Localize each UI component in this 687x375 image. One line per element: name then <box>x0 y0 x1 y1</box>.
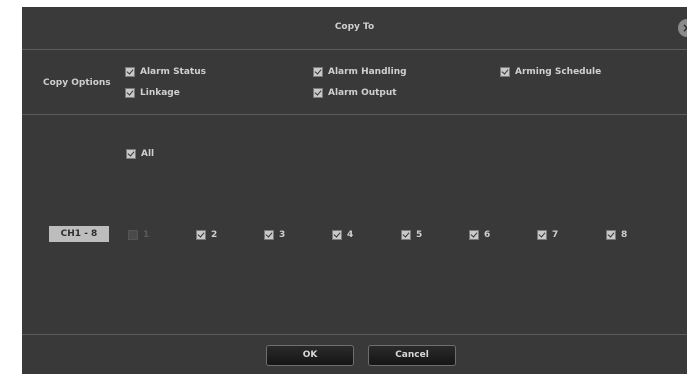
checkbox-icon <box>313 67 323 77</box>
checkbox-icon <box>401 230 411 240</box>
alarm-handling-label: Alarm Handling <box>328 67 407 77</box>
checkbox-icon <box>125 88 135 98</box>
channel-7-checkbox[interactable]: 7 <box>537 230 558 240</box>
checkbox-icon <box>126 149 136 159</box>
dialog-title: Copy To <box>334 22 375 32</box>
channel-label: 2 <box>211 230 218 240</box>
checkbox-icon <box>128 230 138 240</box>
channel-group-button[interactable]: CH1 - 8 <box>49 226 109 242</box>
channel-label: 8 <box>621 230 628 240</box>
alarm-status-checkbox[interactable]: Alarm Status <box>125 67 206 77</box>
checkbox-icon <box>264 230 274 240</box>
checkbox-icon <box>500 67 510 77</box>
channel-2-checkbox[interactable]: 2 <box>196 230 217 240</box>
alarm-handling-checkbox[interactable]: Alarm Handling <box>313 67 407 77</box>
alarm-output-checkbox[interactable]: Alarm Output <box>313 88 397 98</box>
channel-label: 4 <box>347 230 354 240</box>
channel-label: 3 <box>279 230 286 240</box>
checkbox-icon <box>196 230 206 240</box>
channel-4-checkbox[interactable]: 4 <box>332 230 353 240</box>
checkbox-icon <box>537 230 547 240</box>
arming-schedule-checkbox[interactable]: Arming Schedule <box>500 67 601 77</box>
channel-label: 1 <box>143 230 150 240</box>
channel-1-checkbox: 1 <box>128 230 149 240</box>
channel-label: 5 <box>416 230 423 240</box>
copy-options-label: Copy Options <box>43 78 111 88</box>
all-channels-label: All <box>141 149 155 159</box>
copy-options-section: Copy Options Alarm Status Alarm Handling… <box>22 50 687 115</box>
checkbox-icon <box>332 230 342 240</box>
channel-8-checkbox[interactable]: 8 <box>606 230 627 240</box>
channel-5-checkbox[interactable]: 5 <box>401 230 422 240</box>
checkbox-icon <box>125 67 135 77</box>
cancel-button[interactable]: Cancel <box>368 345 456 366</box>
channel-3-checkbox[interactable]: 3 <box>264 230 285 240</box>
close-icon[interactable]: × <box>678 19 687 37</box>
channel-label: 7 <box>552 230 559 240</box>
all-channels-checkbox[interactable]: All <box>126 149 154 159</box>
alarm-status-label: Alarm Status <box>140 67 206 77</box>
dialog-titlebar: Copy To × <box>22 7 687 50</box>
arming-schedule-label: Arming Schedule <box>515 67 602 77</box>
checkbox-icon <box>313 88 323 98</box>
copy-to-dialog: Copy To × Copy Options Alarm Status Alar… <box>22 7 687 374</box>
checkbox-icon <box>469 230 479 240</box>
channel-label: 6 <box>484 230 491 240</box>
ok-button[interactable]: OK <box>266 345 354 366</box>
linkage-label: Linkage <box>140 88 180 98</box>
linkage-checkbox[interactable]: Linkage <box>125 88 180 98</box>
dialog-footer: OK Cancel <box>22 334 687 375</box>
checkbox-icon <box>606 230 616 240</box>
alarm-output-label: Alarm Output <box>328 88 397 98</box>
channel-6-checkbox[interactable]: 6 <box>469 230 490 240</box>
